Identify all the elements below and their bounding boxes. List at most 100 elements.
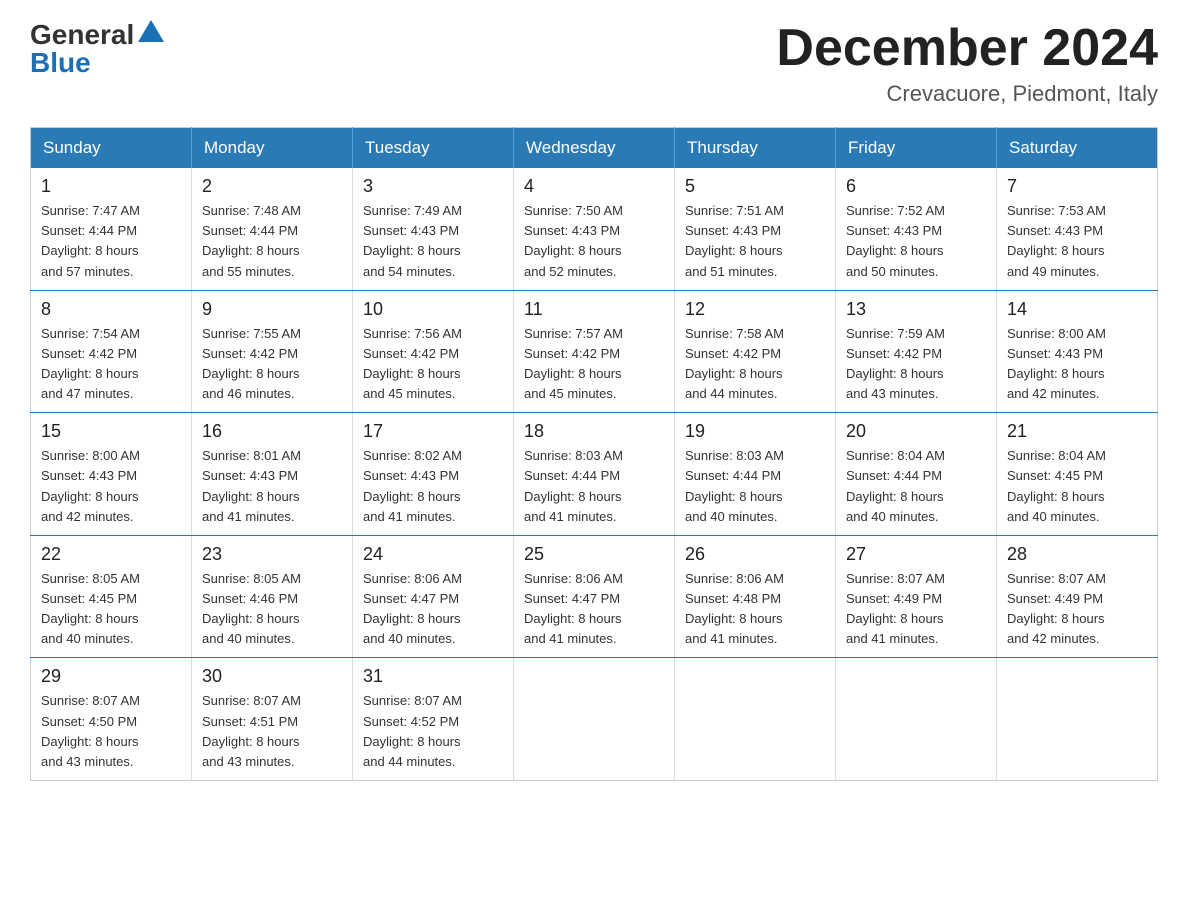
day-number: 14 [1007,299,1147,320]
logo-icon [136,18,166,48]
day-info: Sunrise: 8:02 AMSunset: 4:43 PMDaylight:… [363,448,462,523]
header-saturday: Saturday [997,128,1158,169]
calendar-header-row: SundayMondayTuesdayWednesdayThursdayFrid… [31,128,1158,169]
day-info: Sunrise: 8:07 AMSunset: 4:52 PMDaylight:… [363,693,462,768]
header-monday: Monday [192,128,353,169]
calendar-cell: 11 Sunrise: 7:57 AMSunset: 4:42 PMDaylig… [514,290,675,413]
calendar-cell: 26 Sunrise: 8:06 AMSunset: 4:48 PMDaylig… [675,535,836,658]
day-number: 31 [363,666,503,687]
calendar-cell: 5 Sunrise: 7:51 AMSunset: 4:43 PMDayligh… [675,168,836,290]
calendar-cell: 6 Sunrise: 7:52 AMSunset: 4:43 PMDayligh… [836,168,997,290]
day-number: 25 [524,544,664,565]
day-number: 22 [41,544,181,565]
day-info: Sunrise: 7:55 AMSunset: 4:42 PMDaylight:… [202,326,301,401]
calendar-cell: 3 Sunrise: 7:49 AMSunset: 4:43 PMDayligh… [353,168,514,290]
week-row-4: 22 Sunrise: 8:05 AMSunset: 4:45 PMDaylig… [31,535,1158,658]
calendar-cell: 17 Sunrise: 8:02 AMSunset: 4:43 PMDaylig… [353,413,514,536]
calendar-cell [836,658,997,781]
month-title: December 2024 [776,20,1158,77]
day-number: 6 [846,176,986,197]
week-row-5: 29 Sunrise: 8:07 AMSunset: 4:50 PMDaylig… [31,658,1158,781]
calendar-cell [997,658,1158,781]
calendar-cell: 22 Sunrise: 8:05 AMSunset: 4:45 PMDaylig… [31,535,192,658]
day-info: Sunrise: 8:00 AMSunset: 4:43 PMDaylight:… [41,448,140,523]
calendar-cell: 7 Sunrise: 7:53 AMSunset: 4:43 PMDayligh… [997,168,1158,290]
header-tuesday: Tuesday [353,128,514,169]
calendar-cell: 1 Sunrise: 7:47 AMSunset: 4:44 PMDayligh… [31,168,192,290]
calendar-cell: 14 Sunrise: 8:00 AMSunset: 4:43 PMDaylig… [997,290,1158,413]
day-info: Sunrise: 7:47 AMSunset: 4:44 PMDaylight:… [41,203,140,278]
calendar-cell: 13 Sunrise: 7:59 AMSunset: 4:42 PMDaylig… [836,290,997,413]
calendar-cell: 31 Sunrise: 8:07 AMSunset: 4:52 PMDaylig… [353,658,514,781]
day-info: Sunrise: 8:05 AMSunset: 4:45 PMDaylight:… [41,571,140,646]
calendar-cell: 9 Sunrise: 7:55 AMSunset: 4:42 PMDayligh… [192,290,353,413]
calendar-cell: 29 Sunrise: 8:07 AMSunset: 4:50 PMDaylig… [31,658,192,781]
day-number: 24 [363,544,503,565]
day-info: Sunrise: 7:58 AMSunset: 4:42 PMDaylight:… [685,326,784,401]
calendar-cell: 23 Sunrise: 8:05 AMSunset: 4:46 PMDaylig… [192,535,353,658]
day-info: Sunrise: 7:49 AMSunset: 4:43 PMDaylight:… [363,203,462,278]
day-number: 30 [202,666,342,687]
day-info: Sunrise: 7:54 AMSunset: 4:42 PMDaylight:… [41,326,140,401]
day-number: 3 [363,176,503,197]
day-number: 28 [1007,544,1147,565]
page-header: General Blue December 2024 Crevacuore, P… [30,20,1158,107]
day-info: Sunrise: 7:48 AMSunset: 4:44 PMDaylight:… [202,203,301,278]
calendar-cell: 24 Sunrise: 8:06 AMSunset: 4:47 PMDaylig… [353,535,514,658]
calendar-cell: 20 Sunrise: 8:04 AMSunset: 4:44 PMDaylig… [836,413,997,536]
day-number: 21 [1007,421,1147,442]
day-info: Sunrise: 8:06 AMSunset: 4:47 PMDaylight:… [524,571,623,646]
calendar-cell: 30 Sunrise: 8:07 AMSunset: 4:51 PMDaylig… [192,658,353,781]
logo: General Blue [30,20,166,79]
calendar-cell: 18 Sunrise: 8:03 AMSunset: 4:44 PMDaylig… [514,413,675,536]
day-info: Sunrise: 8:07 AMSunset: 4:49 PMDaylight:… [846,571,945,646]
day-number: 29 [41,666,181,687]
calendar-cell: 28 Sunrise: 8:07 AMSunset: 4:49 PMDaylig… [997,535,1158,658]
calendar-cell: 16 Sunrise: 8:01 AMSunset: 4:43 PMDaylig… [192,413,353,536]
day-info: Sunrise: 8:03 AMSunset: 4:44 PMDaylight:… [524,448,623,523]
day-number: 12 [685,299,825,320]
header-wednesday: Wednesday [514,128,675,169]
day-info: Sunrise: 7:50 AMSunset: 4:43 PMDaylight:… [524,203,623,278]
day-info: Sunrise: 8:05 AMSunset: 4:46 PMDaylight:… [202,571,301,646]
day-number: 5 [685,176,825,197]
day-number: 10 [363,299,503,320]
day-number: 27 [846,544,986,565]
calendar-cell: 8 Sunrise: 7:54 AMSunset: 4:42 PMDayligh… [31,290,192,413]
header-sunday: Sunday [31,128,192,169]
day-info: Sunrise: 7:57 AMSunset: 4:42 PMDaylight:… [524,326,623,401]
title-section: December 2024 Crevacuore, Piedmont, Ital… [776,20,1158,107]
calendar-cell: 4 Sunrise: 7:50 AMSunset: 4:43 PMDayligh… [514,168,675,290]
day-number: 7 [1007,176,1147,197]
day-number: 2 [202,176,342,197]
day-number: 13 [846,299,986,320]
day-number: 15 [41,421,181,442]
day-number: 17 [363,421,503,442]
day-info: Sunrise: 8:03 AMSunset: 4:44 PMDaylight:… [685,448,784,523]
day-info: Sunrise: 8:07 AMSunset: 4:51 PMDaylight:… [202,693,301,768]
day-info: Sunrise: 8:06 AMSunset: 4:47 PMDaylight:… [363,571,462,646]
calendar-cell: 25 Sunrise: 8:06 AMSunset: 4:47 PMDaylig… [514,535,675,658]
day-info: Sunrise: 8:04 AMSunset: 4:45 PMDaylight:… [1007,448,1106,523]
day-number: 4 [524,176,664,197]
day-number: 19 [685,421,825,442]
day-number: 9 [202,299,342,320]
header-thursday: Thursday [675,128,836,169]
calendar-cell: 19 Sunrise: 8:03 AMSunset: 4:44 PMDaylig… [675,413,836,536]
logo-blue: Blue [30,47,91,79]
calendar-cell: 2 Sunrise: 7:48 AMSunset: 4:44 PMDayligh… [192,168,353,290]
week-row-2: 8 Sunrise: 7:54 AMSunset: 4:42 PMDayligh… [31,290,1158,413]
day-info: Sunrise: 7:59 AMSunset: 4:42 PMDaylight:… [846,326,945,401]
day-number: 20 [846,421,986,442]
day-number: 18 [524,421,664,442]
location-title: Crevacuore, Piedmont, Italy [776,81,1158,107]
day-number: 26 [685,544,825,565]
calendar-cell [675,658,836,781]
day-info: Sunrise: 8:01 AMSunset: 4:43 PMDaylight:… [202,448,301,523]
day-info: Sunrise: 8:06 AMSunset: 4:48 PMDaylight:… [685,571,784,646]
week-row-3: 15 Sunrise: 8:00 AMSunset: 4:43 PMDaylig… [31,413,1158,536]
week-row-1: 1 Sunrise: 7:47 AMSunset: 4:44 PMDayligh… [31,168,1158,290]
day-number: 16 [202,421,342,442]
day-info: Sunrise: 8:00 AMSunset: 4:43 PMDaylight:… [1007,326,1106,401]
header-friday: Friday [836,128,997,169]
